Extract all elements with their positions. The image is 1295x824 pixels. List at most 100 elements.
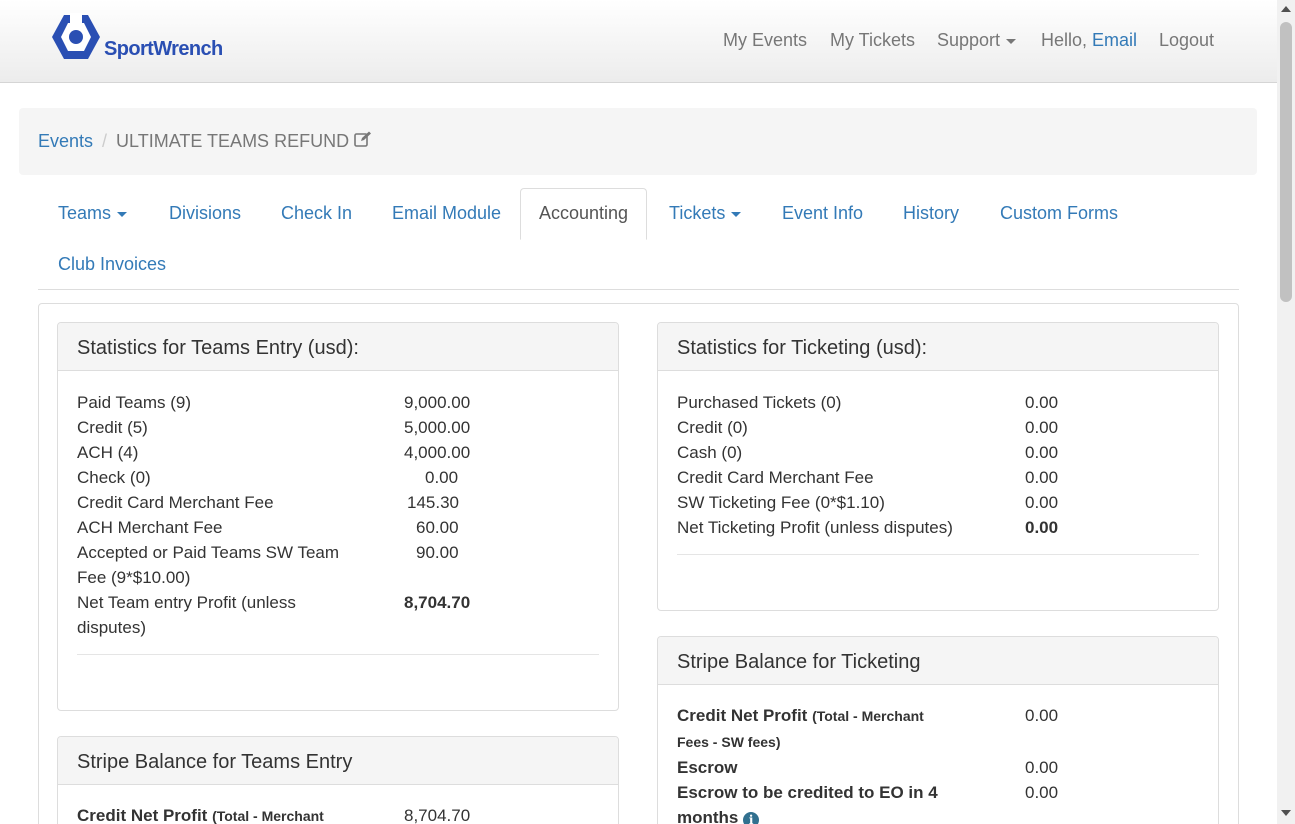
escrow-label: Escrow — [677, 758, 738, 777]
stat-value: 0.00 — [425, 468, 459, 487]
stat-value: 145.30 — [407, 493, 459, 512]
tab-tickets[interactable]: Tickets — [669, 203, 742, 224]
stat-value: 5,000.00 — [404, 418, 471, 437]
stat-label: Credit (0) — [677, 418, 748, 437]
stat-value: 0.00 — [1025, 783, 1059, 802]
stat-row: SW Ticketing Fee (0*$1.10) 0.00 — [677, 490, 1199, 515]
chevron-down-icon — [117, 211, 128, 217]
stat-row: ACH (4) 4,000.00 — [77, 440, 599, 465]
stat-value: 0.00 — [1025, 493, 1059, 512]
teams-stats-title: Statistics for Teams Entry (usd): — [58, 323, 618, 371]
stat-row-total: Net Ticketing Profit (unless disputes) 0.… — [677, 515, 1199, 540]
stat-row: Credit Net Profit (Total - Merchant Fees… — [677, 703, 1199, 755]
stat-value: 0.00 — [1025, 443, 1059, 462]
stat-value: 0.00 — [1025, 393, 1059, 412]
stat-row: Check (0) 0.00 — [77, 465, 599, 490]
stat-value: 0.00 — [1025, 758, 1059, 777]
greeting-text: Hello, — [1041, 30, 1088, 50]
chevron-down-icon — [731, 211, 742, 217]
nav-user-greeting[interactable]: Hello, Email — [1041, 30, 1137, 51]
nav-my-events[interactable]: My Events — [723, 30, 807, 51]
stat-row: Escrow 0.00 — [677, 755, 1199, 780]
stat-label: Cash (0) — [677, 443, 743, 462]
stat-value: 9,000.00 — [404, 393, 471, 412]
tab-tickets-label: Tickets — [669, 203, 726, 223]
breadcrumb: Events / ULTIMATE TEAMS REFUND — [19, 108, 1257, 175]
stat-row: Credit Card Merchant Fee 0.00 — [677, 465, 1199, 490]
tab-teams[interactable]: Teams — [58, 203, 128, 224]
stat-row: Cash (0) 0.00 — [677, 440, 1199, 465]
stat-label: Net Ticketing Profit (unless disputes) — [677, 518, 953, 537]
stat-row: Credit (0) 0.00 — [677, 415, 1199, 440]
stat-row-total: Net Team entry Profit (unless disputes) 8… — [77, 590, 599, 640]
stat-row: Paid Teams (9) 9,000.00 — [77, 390, 599, 415]
stat-value: 90.00 — [416, 543, 459, 562]
stat-row: Escrow to be credited to EO in 4 months … — [677, 780, 1199, 824]
stat-label: ACH (4) — [77, 443, 139, 462]
stat-label: Check (0) — [77, 468, 151, 487]
nav-support-dropdown[interactable]: Support — [937, 30, 1017, 51]
breadcrumb-current-event: ULTIMATE TEAMS REFUND — [116, 131, 350, 151]
stat-label: Credit Card Merchant Fee — [77, 493, 274, 512]
stat-row: Accepted or Paid Teams SW Team Fee (9*$1… — [77, 540, 599, 590]
stat-row: Purchased Tickets (0) 0.00 — [677, 390, 1199, 415]
chevron-down-icon — [1006, 38, 1017, 44]
vertical-scrollbar[interactable] — [1277, 0, 1295, 824]
escrow-credit-label: Escrow to be credited to EO in 4 months — [677, 783, 938, 824]
credit-net-profit-label: Credit Net Profit — [77, 806, 208, 824]
breadcrumb-events-link[interactable]: Events — [38, 131, 93, 152]
stat-row: Credit Card Merchant Fee 145.30 — [77, 490, 599, 515]
stat-label: SW Ticketing Fee (0*$1.10) — [677, 493, 885, 512]
scroll-down-arrow-icon[interactable] — [1281, 810, 1291, 816]
stat-row: ACH Merchant Fee 60.00 — [77, 515, 599, 540]
ticket-stats-title: Statistics for Ticketing (usd): — [658, 323, 1218, 371]
stat-value: 8,704.70 — [404, 593, 471, 612]
divider — [677, 554, 1199, 555]
nav-support-label: Support — [937, 30, 1001, 50]
stat-row: Credit Net Profit (Total - Merchant 8,704… — [77, 803, 599, 824]
stat-label: Purchased Tickets (0) — [677, 393, 842, 412]
nav-my-tickets[interactable]: My Tickets — [830, 30, 915, 51]
scroll-up-arrow-icon[interactable] — [1281, 6, 1291, 12]
stripe-tickets-panel: Stripe Balance for Ticketing Credit Net … — [657, 636, 1219, 824]
teams-stats-panel: Statistics for Teams Entry (usd): Paid T… — [57, 322, 619, 711]
tab-divisions[interactable]: Divisions — [169, 203, 241, 224]
divider — [77, 654, 599, 655]
edit-icon[interactable] — [354, 131, 372, 152]
user-name[interactable]: Email — [1092, 30, 1137, 50]
tab-teams-label: Teams — [58, 203, 112, 223]
credit-net-profit-label: Credit Net Profit — [677, 706, 808, 725]
tab-email-module[interactable]: Email Module — [392, 203, 501, 224]
nav-logout[interactable]: Logout — [1159, 30, 1214, 51]
stripe-tickets-title: Stripe Balance for Ticketing — [658, 637, 1218, 685]
stat-value: 4,000.00 — [404, 443, 471, 462]
stripe-teams-panel: Stripe Balance for Teams Entry Credit Ne… — [57, 736, 619, 824]
top-navbar: SportWrench My Events My Tickets Support… — [0, 0, 1277, 83]
stat-value: 0.00 — [1025, 418, 1059, 437]
tab-club-invoices[interactable]: Club Invoices — [58, 254, 166, 275]
stat-label: Net Team entry Profit (unless disputes) — [77, 593, 296, 637]
stat-value: 60.00 — [416, 518, 459, 537]
stat-label: Credit (5) — [77, 418, 148, 437]
stat-label: Paid Teams (9) — [77, 393, 192, 412]
stat-row: Credit (5) 5,000.00 — [77, 415, 599, 440]
tab-event-info[interactable]: Event Info — [782, 203, 863, 224]
tab-history[interactable]: History — [903, 203, 959, 224]
info-circle-icon[interactable]: i — [743, 812, 760, 824]
credit-net-profit-note: (Total - Merchant — [212, 808, 324, 824]
scrollbar-thumb[interactable] — [1280, 22, 1292, 302]
tab-accounting[interactable]: Accounting — [520, 188, 648, 240]
stat-value: 0.00 — [1025, 706, 1059, 725]
ticket-stats-panel: Statistics for Ticketing (usd): Purchase… — [657, 322, 1219, 611]
stat-label: ACH Merchant Fee — [77, 518, 223, 537]
stat-value: 8,704.70 — [404, 806, 471, 824]
stat-label: Accepted or Paid Teams SW Team Fee (9*$1… — [77, 543, 340, 587]
stripe-teams-title: Stripe Balance for Teams Entry — [58, 737, 618, 785]
stat-value: 0.00 — [1025, 468, 1059, 487]
tab-check-in[interactable]: Check In — [281, 203, 352, 224]
stat-value: 0.00 — [1025, 518, 1059, 537]
stat-label: Credit Card Merchant Fee — [677, 468, 874, 487]
tab-custom-forms[interactable]: Custom Forms — [1000, 203, 1118, 224]
breadcrumb-separator: / — [102, 131, 108, 151]
tabs-divider — [38, 289, 1239, 290]
